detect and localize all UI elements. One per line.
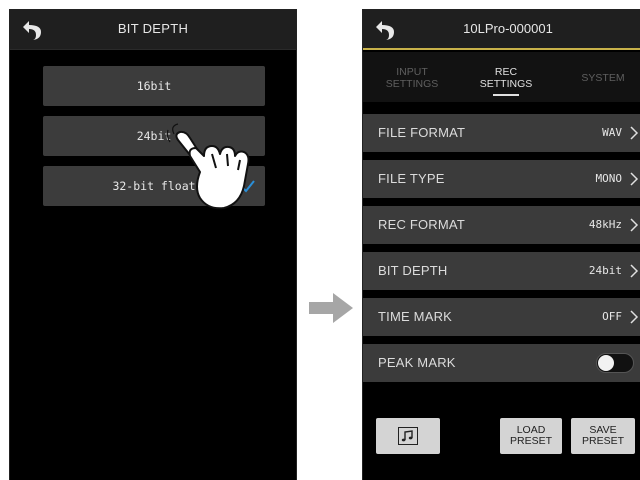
setting-value: WAV [602,126,622,139]
setting-value: OFF [602,310,622,323]
header-bar: BIT DEPTH [10,10,296,50]
right-arrow-icon [309,293,353,323]
setting-value: 48kHz [588,218,622,231]
chevron-right-icon [630,218,639,232]
setting-label: REC FORMAT [378,217,465,232]
setting-row-rec-format[interactable]: REC FORMAT 48kHz [363,206,640,244]
tab-system[interactable]: SYSTEM [563,52,640,102]
setting-row-time-mark[interactable]: TIME MARK OFF [363,298,640,336]
music-button[interactable] [376,418,440,454]
setting-row-file-format[interactable]: FILE FORMAT WAV [363,114,640,152]
setting-value: MONO [595,172,623,185]
device-name-title: 10LPro-000001 [463,21,553,36]
rec-settings-screen: 10LPro-000001 INPUT SETTINGS REC SETTING… [362,9,640,480]
option-16bit[interactable]: 16bit [43,66,265,106]
setting-label: FILE TYPE [378,171,445,186]
active-tab-indicator [493,94,519,96]
tab-rec-settings[interactable]: REC SETTINGS [463,52,549,102]
tab-label-line1: REC [494,66,518,78]
back-arrow-icon[interactable] [373,18,399,42]
music-note-icon [398,427,418,445]
load-preset-button[interactable]: LOAD PRESET [500,418,562,454]
peak-mark-toggle[interactable] [596,353,634,373]
setting-row-peak-mark: PEAK MARK [363,344,640,382]
pointing-hand-icon [166,123,250,210]
setting-label: PEAK MARK [378,355,456,370]
setting-row-bit-depth[interactable]: BIT DEPTH 24bit [363,252,640,290]
button-label-line2: PRESET [581,435,624,447]
tab-label-line2: SETTINGS [479,78,533,90]
setting-label: FILE FORMAT [378,125,466,140]
setting-value: 24bit [588,264,622,277]
tab-input-settings[interactable]: INPUT SETTINGS [369,52,455,102]
tab-label-line2: SETTINGS [385,78,439,90]
setting-row-file-type[interactable]: FILE TYPE MONO [363,160,640,198]
save-preset-button[interactable]: SAVE PRESET [571,418,635,454]
bit-depth-screen: BIT DEPTH 16bit 24bit 32-bit float [9,9,297,480]
button-label-line2: PRESET [509,435,552,447]
chevron-right-icon [630,172,639,186]
chevron-right-icon [630,126,639,140]
header-bar: 10LPro-000001 [363,10,640,50]
option-label: 16bit [136,79,172,93]
setting-label: BIT DEPTH [378,263,448,278]
tab-label-line1: INPUT [396,66,428,78]
toggle-knob [598,355,614,371]
settings-tabs: INPUT SETTINGS REC SETTINGS SYSTEM [363,52,640,102]
chevron-right-icon [630,264,639,278]
tab-label-line1: SYSTEM [581,72,625,84]
page-title: BIT DEPTH [117,21,189,36]
chevron-right-icon [630,310,639,324]
setting-label: TIME MARK [378,309,453,324]
